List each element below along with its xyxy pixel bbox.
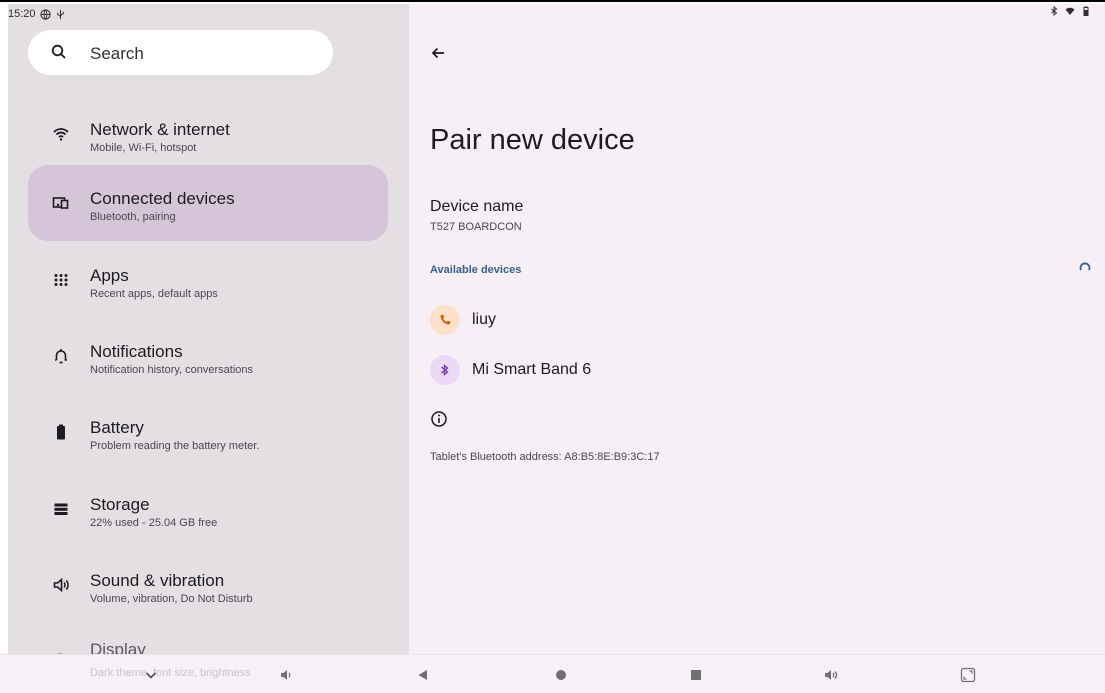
- bluetooth-address: Tablet's Bluetooth address: A8:B5:8E:B9:…: [430, 451, 660, 463]
- settings-sidebar: 15:20 Search Network & internet Mobile, …: [8, 4, 409, 654]
- sidebar-item-storage[interactable]: Storage 22% used - 25.04 GB free: [28, 471, 388, 547]
- sidebar-item-subtitle: Problem reading the battery meter.: [90, 440, 260, 452]
- status-time: 15:20: [8, 8, 36, 20]
- search-placeholder: Search: [90, 44, 144, 63]
- sidebar-item-subtitle: Bluetooth, pairing: [90, 211, 176, 223]
- sidebar-item-notifications[interactable]: Notifications Notification history, conv…: [28, 318, 388, 394]
- sidebar-item-title: Sound & vibration: [90, 571, 225, 590]
- search-bar[interactable]: Search: [28, 30, 333, 75]
- sidebar-item-title: Network & internet: [90, 120, 230, 139]
- detail-pane: Pair new device Device name T527 BOARDCO…: [409, 4, 1105, 654]
- sidebar-item-title: Apps: [90, 266, 129, 285]
- device-row-liuy[interactable]: liuy: [430, 304, 496, 336]
- phone-icon: [440, 314, 451, 325]
- volume-down-icon[interactable]: [278, 667, 294, 683]
- sidebar-item-display-subtitle: Dark theme, font size, brightness: [90, 667, 251, 679]
- device-name-value: T527 BOARDCON: [430, 221, 522, 233]
- wifi-icon: [53, 128, 69, 141]
- battery-status-icon: [1083, 6, 1089, 16]
- usb-icon: [56, 9, 64, 19]
- info-icon: [431, 411, 447, 427]
- device-badge: [430, 355, 460, 385]
- loading-spinner-icon: [1079, 262, 1091, 271]
- device-row-mi-smart-band[interactable]: Mi Smart Band 6: [430, 354, 591, 386]
- sidebar-item-network[interactable]: Network & internet Mobile, Wi-Fi, hotspo…: [28, 96, 388, 172]
- status-bar-left: 15:20: [8, 6, 66, 22]
- back-nav-icon[interactable]: [415, 667, 431, 683]
- navigation-bar: Dark theme, font size, brightness: [0, 654, 1105, 693]
- device-name-label: Device name: [430, 198, 524, 215]
- home-nav-icon[interactable]: [553, 667, 569, 683]
- bluetooth-icon: [441, 364, 449, 376]
- back-arrow-icon[interactable]: [429, 44, 447, 62]
- storage-icon: [54, 503, 68, 515]
- volume-up-icon[interactable]: [823, 667, 839, 683]
- recents-nav-icon[interactable]: [688, 667, 704, 683]
- device-badge: [430, 305, 460, 335]
- sidebar-item-title: Storage: [90, 495, 150, 514]
- sidebar-item-subtitle: 22% used - 25.04 GB free: [90, 517, 218, 529]
- status-bar-right: [1049, 6, 1091, 16]
- device-name: liuy: [472, 311, 497, 328]
- sidebar-item-title: Battery: [90, 418, 144, 437]
- page-title: Pair new device: [430, 124, 635, 156]
- search-icon: [51, 44, 66, 59]
- sidebar-item-connected-devices[interactable]: Connected devices Bluetooth, pairing: [28, 165, 388, 241]
- bluetooth-status-icon: [1051, 6, 1058, 16]
- available-devices-header: Available devices: [430, 264, 522, 276]
- volume-icon: [53, 577, 69, 593]
- sidebar-item-battery[interactable]: Battery Problem reading the battery mete…: [28, 394, 388, 470]
- sidebar-item-subtitle: Recent apps, default apps: [90, 288, 218, 300]
- top-frame-line: [0, 0, 1105, 2]
- sidebar-item-title: Notifications: [90, 342, 183, 361]
- sidebar-item-sound[interactable]: Sound & vibration Volume, vibration, Do …: [28, 547, 388, 623]
- bell-icon: [55, 349, 67, 364]
- sidebar-item-subtitle: Notification history, conversations: [90, 364, 254, 376]
- wifi-status-icon: [1065, 7, 1075, 15]
- sidebar-item-title: Connected devices: [90, 189, 235, 208]
- sidebar-item-subtitle: Mobile, Wi-Fi, hotspot: [90, 142, 197, 154]
- chevron-down-icon[interactable]: [143, 667, 159, 683]
- apps-grid-icon: [54, 274, 68, 286]
- globe-icon: [39, 8, 51, 20]
- battery-icon: [57, 424, 65, 440]
- sidebar-item-subtitle: Volume, vibration, Do Not Disturb: [90, 593, 253, 605]
- device-name: Mi Smart Band 6: [472, 361, 592, 378]
- devices-icon: [52, 197, 69, 209]
- sidebar-item-apps[interactable]: Apps Recent apps, default apps: [28, 242, 388, 318]
- screenshot-expand-icon[interactable]: [960, 667, 976, 683]
